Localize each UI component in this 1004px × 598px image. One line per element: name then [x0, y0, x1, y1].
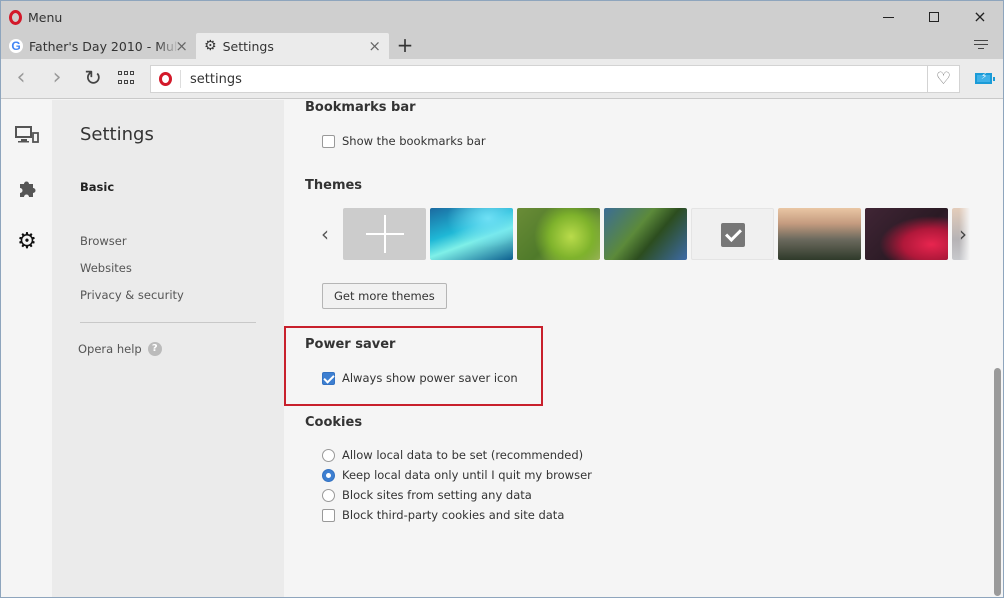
- tab-menu-icon-line: [978, 48, 984, 49]
- check-icon: [721, 223, 745, 247]
- maximize-button[interactable]: [911, 1, 957, 33]
- themes-prev-button[interactable]: ‹: [321, 222, 329, 246]
- address-bar[interactable]: settings: [150, 65, 928, 93]
- theme-tile-selected[interactable]: [691, 208, 774, 260]
- themes-next-button[interactable]: ›: [959, 222, 967, 246]
- tab-bar: G Father's Day 2010 - Multiple Doodles ×…: [1, 33, 1003, 59]
- radio-button: [322, 488, 335, 502]
- devices-svg: [15, 126, 39, 143]
- opera-logo-icon: [9, 9, 22, 25]
- theme-tile-pink-abstract[interactable]: [865, 208, 948, 260]
- settings-gear-icon[interactable]: ⚙: [15, 229, 39, 254]
- theme-tile-blue-waves[interactable]: [430, 208, 513, 260]
- new-tab-button[interactable]: +: [394, 34, 416, 58]
- gear-icon: ⚙: [204, 38, 217, 54]
- bookmark-heart-button[interactable]: ♡: [928, 65, 960, 93]
- forward-button[interactable]: ›: [45, 67, 69, 90]
- settings-nav-websites[interactable]: Websites: [80, 261, 132, 275]
- puzzle-icon[interactable]: [15, 177, 39, 199]
- settings-nav-basic[interactable]: Basic: [80, 180, 114, 194]
- cookies-heading: Cookies: [305, 415, 363, 430]
- settings-content: Bookmarks bar Show the bookmarks bar The…: [284, 100, 990, 597]
- checkbox-box: [322, 134, 335, 148]
- theme-tile-feathers[interactable]: [604, 208, 687, 260]
- vertical-scrollbar[interactable]: [990, 100, 1003, 597]
- title-bar: Menu ×: [1, 1, 1003, 33]
- cookie-radio-block-all[interactable]: Block sites from setting any data: [322, 488, 532, 502]
- browser-window: Menu × G Father's Day 2010 - Multiple Do…: [0, 0, 1004, 598]
- bookmarks-bar-heading: Bookmarks bar: [305, 100, 416, 115]
- radio-button-selected: [322, 468, 335, 482]
- google-g-icon: G: [9, 39, 23, 53]
- address-separator: [180, 70, 181, 88]
- minimize-icon: [882, 16, 894, 18]
- checkbox-box: [322, 508, 335, 522]
- navigation-toolbar: ‹ › ↻ settings ♡ ⚡: [1, 59, 1003, 99]
- opera-page-icon: [159, 72, 172, 86]
- scrollbar-thumb[interactable]: [994, 368, 1001, 596]
- tab-fathers-day[interactable]: G Father's Day 2010 - Multiple Doodles ×: [1, 33, 196, 59]
- always-show-power-saver-checkbox[interactable]: Always show power saver icon: [322, 371, 518, 385]
- battery-power-saver-icon[interactable]: ⚡: [975, 72, 995, 84]
- themes-heading: Themes: [305, 178, 363, 193]
- sidebar-rail: ⚙: [1, 100, 52, 597]
- help-icon: ?: [147, 342, 162, 356]
- cookie-radio-keep-until-quit[interactable]: Keep local data only until I quit my bro…: [322, 468, 592, 482]
- add-theme-tile[interactable]: [343, 208, 426, 260]
- tab-menu-icon-line: [974, 40, 988, 41]
- opera-help-label: Opera help: [78, 342, 142, 356]
- opera-help-link[interactable]: Opera help ?: [78, 342, 162, 356]
- tab-menu-button[interactable]: [971, 37, 991, 55]
- block-third-party-cookies-checkbox[interactable]: Block third-party cookies and site data: [322, 508, 564, 522]
- puzzle-svg: [20, 181, 36, 197]
- maximize-icon: [929, 12, 939, 22]
- reload-button[interactable]: ↻: [81, 68, 105, 90]
- checkbox-box-checked: [322, 371, 335, 385]
- power-saver-heading: Power saver: [305, 337, 396, 352]
- minimize-button[interactable]: [865, 1, 911, 33]
- settings-title: Settings: [80, 124, 154, 145]
- opera-menu-button[interactable]: Menu: [9, 8, 62, 26]
- cookie-radio-allow[interactable]: Allow local data to be set (recommended): [322, 448, 583, 462]
- settings-nav: Settings Basic Browser Websites Privacy …: [52, 100, 284, 597]
- nav-divider: [80, 322, 256, 323]
- get-more-themes-button[interactable]: Get more themes: [322, 283, 447, 309]
- tab-title: Father's Day 2010 - Multiple Doodles: [29, 38, 179, 54]
- speed-dial-icon[interactable]: [118, 71, 136, 87]
- tab-menu-icon-line: [974, 44, 988, 45]
- theme-tile-green-leaf[interactable]: [517, 208, 600, 260]
- address-input[interactable]: settings: [190, 72, 242, 87]
- tab-close-button[interactable]: ×: [368, 37, 381, 55]
- show-bookmarks-bar-checkbox[interactable]: Show the bookmarks bar: [322, 134, 486, 148]
- close-icon: ×: [973, 7, 987, 26]
- radio-button: [322, 448, 335, 462]
- tab-close-button[interactable]: ×: [175, 37, 188, 55]
- devices-icon[interactable]: [15, 124, 39, 146]
- settings-nav-privacy[interactable]: Privacy & security: [80, 288, 184, 302]
- close-window-button[interactable]: ×: [957, 1, 1003, 33]
- menu-label: Menu: [28, 9, 63, 25]
- theme-tile-mountain[interactable]: [778, 208, 861, 260]
- tab-settings[interactable]: ⚙ Settings ×: [196, 33, 389, 59]
- tab-title: Settings: [222, 38, 274, 54]
- back-button[interactable]: ‹: [9, 67, 33, 90]
- settings-nav-browser[interactable]: Browser: [80, 234, 127, 248]
